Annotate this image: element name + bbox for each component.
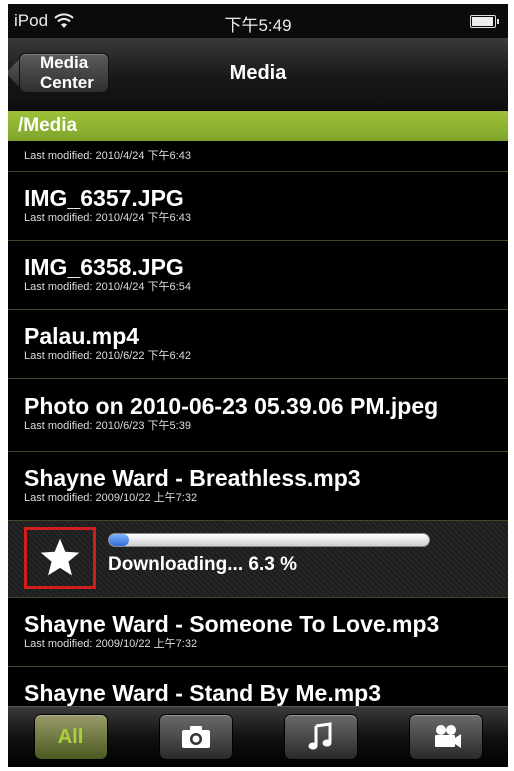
- file-meta: Last modified: 2010/4/24 下午6:43: [24, 212, 191, 224]
- tab-bar: All: [8, 706, 508, 767]
- file-meta: Last modified: 2010/4/24 下午6:54: [24, 281, 191, 293]
- file-meta: Last modified: 2010/6/22 下午6:42: [24, 350, 191, 362]
- favorite-star-button[interactable]: [24, 527, 96, 589]
- list-item[interactable]: Photo on 2010-06-23 05.39.06 PM.jpeg Las…: [8, 379, 508, 452]
- battery-icon: [470, 15, 499, 28]
- current-path: /Media: [8, 111, 508, 141]
- file-meta: Last modified: 2010/6/23 下午5:39: [24, 420, 191, 432]
- download-status: Downloading... 6.3 %: [108, 554, 297, 575]
- file-name: IMG_6358.JPG: [24, 254, 184, 280]
- star-icon: [40, 538, 80, 576]
- tab-videos[interactable]: [409, 715, 482, 759]
- file-meta: Last modified: 2010/4/24 下午6:43: [24, 150, 191, 162]
- tab-music[interactable]: [284, 715, 357, 759]
- file-name: Palau.mp4: [24, 323, 140, 349]
- status-bar: iPod 下午5:49: [8, 4, 508, 38]
- list-item[interactable]: Shayne Ward - Someone To Love.mp3 Last m…: [8, 598, 508, 667]
- page-title: Media: [229, 62, 287, 84]
- tab-all-label: All: [57, 725, 84, 748]
- list-item[interactable]: Palau.mp4 Last modified: 2010/6/22 下午6:4…: [8, 310, 508, 379]
- navigation-bar: Media Center Media: [8, 38, 508, 111]
- download-row: Downloading... 6.3 %: [8, 521, 508, 598]
- tab-all[interactable]: All: [34, 715, 107, 759]
- file-meta: Last modified: 2009/10/22 上午7:32: [24, 638, 198, 650]
- file-meta: Last modified: 2009/10/22 上午7:32: [24, 492, 198, 504]
- list-item[interactable]: IMG_6357.JPG Last modified: 2010/4/24 下午…: [8, 172, 508, 241]
- list-item[interactable]: Shayne Ward - Breathless.mp3 Last modifi…: [8, 452, 508, 521]
- file-name: Photo on 2010-06-23 05.39.06 PM.jpeg: [24, 393, 439, 419]
- file-name: Shayne Ward - Breathless.mp3: [24, 465, 361, 491]
- file-name: Shayne Ward - Stand By Me.mp3: [24, 680, 381, 706]
- camera-icon: [181, 726, 210, 748]
- device-screen: iPod 下午5:49 Media Center Media /Media La…: [8, 4, 508, 767]
- list-item[interactable]: IMG_6358.JPG Last modified: 2010/4/24 下午…: [8, 241, 508, 310]
- list-item[interactable]: Last modified: 2010/4/24 下午6:43: [8, 141, 508, 172]
- tab-photos[interactable]: [159, 715, 232, 759]
- file-name: Shayne Ward - Someone To Love.mp3: [24, 611, 440, 637]
- file-name: IMG_6357.JPG: [24, 185, 184, 211]
- download-progress-bar: [108, 533, 430, 547]
- clock: 下午5:49: [224, 16, 292, 35]
- video-camera-icon: [434, 725, 461, 748]
- download-progress-fill: [109, 534, 130, 546]
- music-note-icon: [308, 722, 331, 750]
